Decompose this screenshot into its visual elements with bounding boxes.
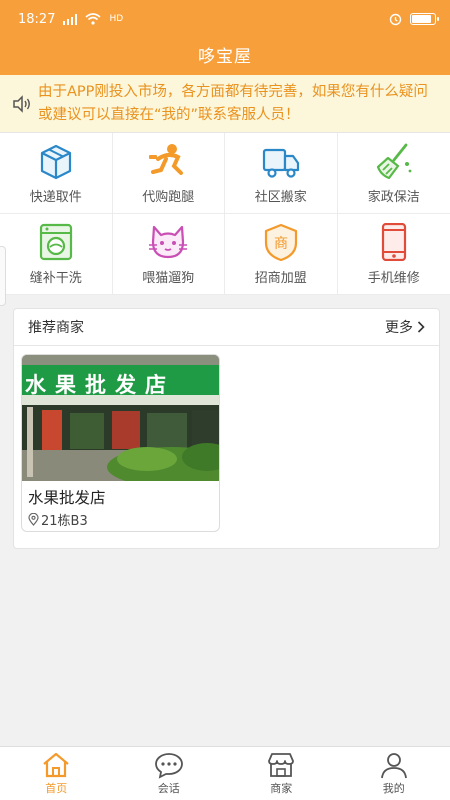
recommended-merchants-card: 推荐商家 更多 水果批发店 水果批发店 21栋B3 [13,308,440,549]
shop-sign: 水果批发店 [25,373,175,397]
service-label: 招商加盟 [254,270,307,286]
service-label: 缝补干洗 [29,270,82,286]
washing-machine-icon [39,223,72,260]
shop-location-text: 21栋B3 [41,514,88,529]
tab-chat[interactable]: 会话 [113,747,226,800]
home-icon [43,752,69,778]
phone-icon [381,222,406,261]
status-bar: 18:27 HD [0,0,450,38]
speaker-icon [13,94,30,113]
status-time: 18:27 [18,11,56,27]
shop-badge-icon: 商 [264,223,297,261]
shop-image: 水果批发店 [22,355,219,481]
signal-icon [63,13,78,25]
shop-card[interactable]: 水果批发店 水果批发店 21栋B3 [21,354,220,532]
service-label: 家政保洁 [367,189,420,205]
runner-icon [149,143,184,175]
page-title: 哆宝屋 [198,47,252,67]
cat-icon [149,225,188,258]
service-label: 手机维修 [367,270,420,286]
bottom-tab-bar: 首页 会话 商家 我的 [0,746,450,800]
tab-profile[interactable]: 我的 [338,747,450,800]
service-label: 喂猫遛狗 [142,270,195,286]
notice-banner: 由于APP刚投入市场，各方面都有待完善，如果您有什么疑问或建议可以直接在“我的”… [0,75,450,133]
user-icon [380,753,407,779]
svg-text:商: 商 [274,236,288,252]
broom-icon [376,143,412,179]
more-label: 更多 [385,320,413,336]
service-label: 社区搬家 [254,189,307,205]
tab-label: 我的 [382,782,405,795]
service-moving[interactable]: 社区搬家 [225,133,338,214]
location-pin-icon [28,513,39,526]
service-sewing-drycleaning[interactable]: 缝补干洗 [0,214,113,295]
service-pet-care[interactable]: 喂猫遛狗 [112,214,225,295]
store-icon [268,753,295,777]
service-express-pickup[interactable]: 快递取件 [0,133,113,214]
side-handle[interactable] [0,246,6,306]
tab-label: 会话 [157,782,180,795]
package-icon [40,144,71,179]
wifi-icon [85,13,101,25]
service-label: 代购跑腿 [142,189,195,205]
chevron-right-icon [417,321,425,333]
service-grid: 快递取件 代购跑腿 社区搬家 家政保洁 缝补干洗 喂猫遛狗 商 招商加盟 手机维… [0,133,450,295]
section-title: 推荐商家 [28,320,84,336]
network-badge: HD [109,14,124,24]
chat-icon [154,753,183,779]
truck-icon [262,148,299,178]
alarm-icon [389,13,402,25]
shop-location: 21栋B3 [22,508,219,529]
service-label: 快递取件 [29,189,82,205]
service-franchise[interactable]: 商 招商加盟 [225,214,338,295]
tab-home[interactable]: 首页 [0,747,113,800]
notice-text: 由于APP刚投入市场，各方面都有待完善，如果您有什么疑问或建议可以直接在“我的”… [38,83,428,123]
tab-label: 首页 [45,782,68,795]
service-cleaning[interactable]: 家政保洁 [337,133,450,214]
card-header: 推荐商家 更多 [14,309,439,346]
battery-icon [410,13,439,25]
service-errand[interactable]: 代购跑腿 [112,133,225,214]
more-link[interactable]: 更多 [385,317,425,337]
tab-merchants[interactable]: 商家 [225,747,338,800]
service-phone-repair[interactable]: 手机维修 [337,214,450,295]
tab-label: 商家 [270,782,293,795]
app-header: 18:27 HD 哆宝屋 [0,0,450,75]
shop-name: 水果批发店 [28,489,106,507]
